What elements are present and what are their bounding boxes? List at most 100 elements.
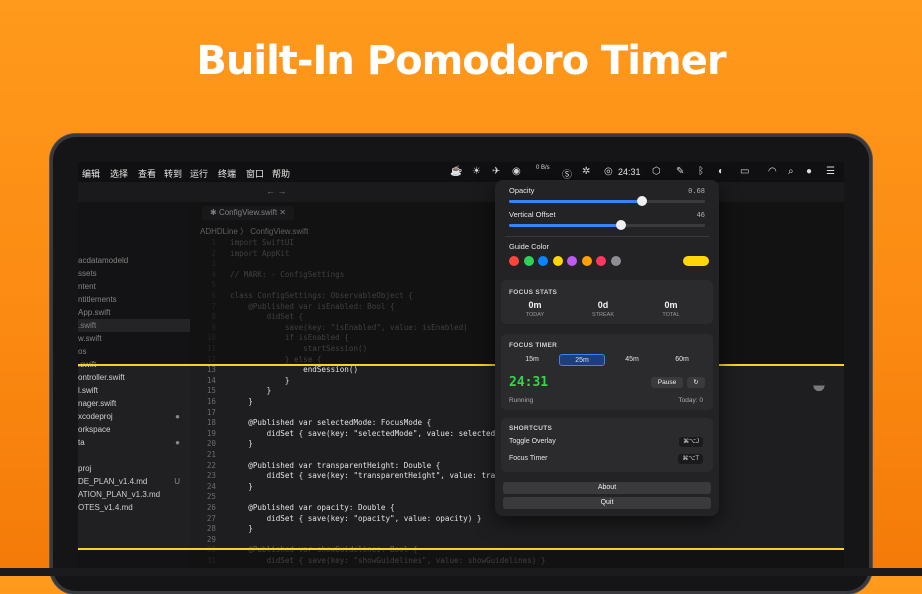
- app-icon[interactable]: ◐: [718, 166, 724, 177]
- bird-icon[interactable]: ✈: [492, 166, 500, 177]
- color-dot[interactable]: [581, 256, 592, 266]
- line-text: endSession(): [230, 365, 359, 375]
- file-name: l.swift: [78, 386, 98, 395]
- line-number: 18: [206, 418, 216, 428]
- menubar-timer[interactable]: 24:31: [618, 167, 641, 177]
- file-name: orkspace: [78, 425, 111, 434]
- gear-icon[interactable]: ✲: [582, 166, 590, 177]
- focus-timer-card: FOCUS TIMER 15m 25m 45m 60m 24:31 Pause ↻ R…: [501, 334, 713, 410]
- menu-item-0[interactable]: 编辑: [82, 167, 100, 180]
- screen: ☕ ☀ ✈ ◉ 0 B/s Ⓢ ✲ ◎ 24:31 ⬡ ✎ ᛒ ◐ ▭ ◠ ⌕ …: [78, 162, 844, 576]
- color-dot[interactable]: [610, 256, 621, 266]
- line-text: didSet { save(key: "opacity", value: opa…: [230, 513, 482, 523]
- sidebar-file[interactable]: xcodeproj ●: [78, 410, 190, 423]
- reset-icon[interactable]: ↻: [687, 377, 705, 388]
- stat-value: 0m: [664, 300, 678, 310]
- opacity-slider[interactable]: [509, 196, 705, 206]
- timer-status: Running: [509, 397, 534, 404]
- bluetooth-icon[interactable]: ᛒ: [698, 166, 704, 177]
- pause-button[interactable]: Pause: [651, 377, 683, 388]
- menu-item-1[interactable]: 选择: [110, 167, 128, 180]
- siri-icon[interactable]: ●: [806, 166, 812, 177]
- wifi-icon[interactable]: ◠: [768, 166, 777, 177]
- sidebar-file[interactable]: OTES_v1.4.md: [78, 501, 190, 514]
- line-number: 15: [206, 386, 216, 396]
- sidebar-file[interactable]: nager.swift: [78, 397, 190, 410]
- line-number: 27: [206, 513, 216, 523]
- shortcuts-card: SHORTCUTS Toggle Overlay ⌘⌥J Focus Timer ⌘⌥…: [501, 418, 713, 472]
- quit-button[interactable]: Quit: [503, 497, 711, 509]
- line-number: 13: [206, 365, 216, 375]
- brightness-icon[interactable]: ☀: [472, 166, 481, 177]
- line-number: 16: [206, 397, 216, 406]
- sidebar-file[interactable]: ontroller.swift: [78, 371, 190, 384]
- line-number: 26: [206, 503, 216, 512]
- sidebar-file[interactable]: orkspace: [78, 423, 190, 436]
- sidebar-file[interactable]: l.swift: [78, 384, 190, 397]
- shield-icon[interactable]: ⬡: [652, 166, 661, 177]
- duration-option[interactable]: 15m: [509, 354, 555, 366]
- shortcut-keys[interactable]: ⌘⌥T: [678, 454, 703, 464]
- menu-item-2[interactable]: 查看: [138, 167, 156, 180]
- control-center-icon[interactable]: ☰: [826, 166, 835, 177]
- opacity-knob[interactable]: [637, 196, 648, 206]
- offset-slider[interactable]: [509, 220, 705, 230]
- line-number: 19: [206, 428, 216, 438]
- app-logo-icon: ◒: [811, 369, 827, 399]
- color-dot[interactable]: [538, 256, 548, 266]
- line-text: didSet { save(key: "transparentHeight", …: [230, 471, 514, 481]
- sidebar-file[interactable]: ta ●: [78, 436, 190, 449]
- file-status-badge: ●: [175, 412, 180, 421]
- selected-color-swatch[interactable]: [683, 256, 709, 266]
- compass-icon[interactable]: ◉: [512, 166, 521, 177]
- shortcut-label: Toggle Overlay: [509, 438, 556, 445]
- duration-option[interactable]: 45m: [609, 354, 655, 366]
- line-number: 28: [206, 524, 216, 534]
- battery-icon[interactable]: ▭: [740, 166, 749, 177]
- offset-value: 46: [696, 211, 705, 219]
- line-text: @Published var transparentHeight: Double…: [230, 460, 441, 470]
- sidebar-file[interactable]: DE_PLAN_v1.4.md U: [78, 475, 190, 488]
- file-status-badge: U: [174, 477, 180, 486]
- file-name: DE_PLAN_v1.4.md: [78, 477, 148, 486]
- color-dot[interactable]: [509, 256, 519, 266]
- line-number: 23: [206, 471, 216, 481]
- nav-back-icon[interactable]: ← →: [266, 186, 287, 196]
- menu-item-6[interactable]: 窗口: [246, 167, 264, 180]
- file-name: ontroller.swift: [78, 373, 125, 382]
- menu-item-5[interactable]: 终端: [218, 167, 236, 180]
- opacity-label: Opacity: [509, 186, 535, 195]
- timer-icon[interactable]: ◎: [604, 166, 613, 177]
- line-text: }: [230, 524, 253, 534]
- duration-option[interactable]: 60m: [659, 354, 705, 366]
- menu-item-7[interactable]: 帮助: [272, 167, 290, 180]
- offset-label: Vertical Offset: [509, 210, 556, 219]
- file-name: proj: [78, 464, 92, 473]
- sidebar-file[interactable]: [78, 449, 190, 462]
- color-dot[interactable]: [523, 256, 534, 266]
- stat-value: 0m: [528, 300, 542, 310]
- shortcut-label: Focus Timer: [509, 455, 548, 462]
- network-speed: 0 B/s: [536, 165, 550, 171]
- pen-icon[interactable]: ✎: [676, 166, 684, 177]
- about-button[interactable]: About: [503, 482, 711, 494]
- sidebar-file[interactable]: proj: [78, 462, 190, 475]
- menu-item-4[interactable]: 运行: [190, 167, 208, 180]
- color-dot[interactable]: [567, 256, 577, 266]
- s-app-icon[interactable]: Ⓢ: [562, 166, 572, 181]
- sidebar-file[interactable]: ATION_PLAN_v1.3.md: [78, 488, 190, 501]
- guide-color-label: Guide Color: [509, 242, 550, 251]
- offset-fill: [509, 224, 621, 227]
- duration-option[interactable]: 25m: [559, 354, 605, 366]
- stat-label: TOTAL: [662, 312, 680, 318]
- color-dot[interactable]: [596, 256, 606, 266]
- menu-item-3[interactable]: 转到: [164, 167, 182, 180]
- headline: Built-In Pomodoro Timer: [196, 38, 726, 84]
- coffee-icon[interactable]: ☕: [450, 166, 462, 177]
- stat-value: 0d: [597, 300, 609, 310]
- line-number: 21: [206, 450, 216, 459]
- search-icon[interactable]: ⌕: [788, 166, 794, 177]
- shortcut-keys[interactable]: ⌘⌥J: [679, 437, 703, 447]
- offset-knob[interactable]: [615, 220, 626, 230]
- color-dot[interactable]: [552, 256, 563, 266]
